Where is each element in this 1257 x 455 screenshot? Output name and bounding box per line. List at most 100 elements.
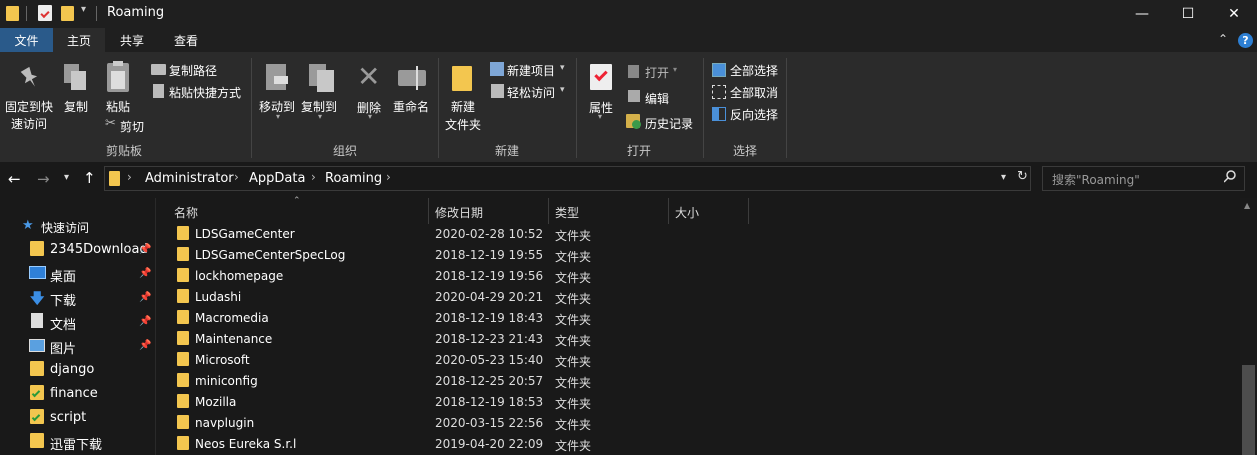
forward-button[interactable]: → [37,170,50,188]
folder-check-icon [30,409,44,424]
folder-icon [177,268,189,282]
nav-item-desktop[interactable]: 桌面 [50,266,76,285]
search-input[interactable]: 搜索"Roaming" [1052,171,1140,188]
close-icon: ✕ [1228,6,1240,22]
table-row[interactable] [160,391,1240,412]
chevron-down-icon: ▾ [318,112,323,121]
select-all-button[interactable]: 全部选择 [730,62,778,79]
nav-item-xunlei[interactable]: 迅雷下载 [50,434,102,453]
chevron-down-icon: ▾ [276,112,281,121]
address-dropdown-button[interactable]: ▾ [1001,172,1006,183]
file-date: 2018-12-19 19:56 [435,269,544,283]
tab-view[interactable]: 查看 [159,28,213,52]
breadcrumb-item[interactable]: Administrator [145,171,234,186]
maximize-icon: ☐ [1181,6,1195,22]
scroll-up-icon[interactable]: ▲ [1244,201,1250,210]
address-bar[interactable] [104,166,1031,191]
recent-locations-button[interactable]: ▾ [64,172,69,183]
folder-icon [109,171,120,186]
table-row[interactable] [160,433,1240,454]
maximize-button[interactable]: ☐ [1165,0,1211,28]
file-name[interactable]: Macromedia [195,311,269,325]
file-name[interactable]: lockhomepage [195,269,283,283]
properties-button[interactable] [582,58,622,138]
chevron-down-icon: ▾ [368,112,373,121]
column-divider[interactable] [748,198,749,224]
table-row[interactable] [160,265,1240,286]
file-name[interactable]: Maintenance [195,332,272,346]
file-name[interactable]: navplugin [195,416,254,430]
nav-item-finance[interactable]: finance [50,386,98,401]
table-row[interactable] [160,286,1240,307]
divider [576,58,577,158]
table-row[interactable] [160,412,1240,433]
minimize-button[interactable]: — [1119,0,1165,28]
tab-file[interactable]: 文件 [0,28,53,52]
pane-divider[interactable] [155,198,156,455]
customize-toolbar-icon[interactable]: ▾ [81,4,86,15]
file-name[interactable]: Neos Eureka S.r.l [195,437,296,451]
tab-share[interactable]: 共享 [105,28,159,52]
scrollbar-thumb[interactable] [1242,365,1255,455]
table-row[interactable] [160,328,1240,349]
column-divider[interactable] [548,198,549,224]
table-row[interactable] [160,370,1240,391]
table-row[interactable] [160,349,1240,370]
nav-item-django[interactable]: django [50,362,94,377]
file-name[interactable]: LDSGameCenterSpecLog [195,248,345,262]
history-icon [626,114,641,129]
refresh-button[interactable]: ↻ [1017,169,1028,184]
file-date: 2018-12-25 20:57 [435,374,544,388]
up-button[interactable]: ↑ [83,169,96,187]
copy-path-button[interactable]: 复制路径 [169,62,217,79]
minimize-icon: — [1135,6,1149,22]
folder-icon [30,433,44,448]
breadcrumb-item[interactable]: Roaming [325,171,382,186]
breadcrumb-item[interactable]: AppData [249,171,305,186]
invert-selection-button[interactable]: 反向选择 [730,106,778,123]
properties-icon[interactable] [38,5,52,21]
back-button[interactable]: ← [8,170,21,188]
easy-access-button[interactable]: 轻松访问 [507,84,555,101]
new-folder-icon[interactable] [61,6,74,21]
tab-home[interactable]: 主页 [53,28,105,52]
select-none-button[interactable]: 全部取消 [730,84,778,101]
file-name[interactable]: Ludashi [195,290,241,304]
cut-button[interactable]: 剪切 [120,118,144,135]
open-button[interactable]: 打开 [645,64,669,81]
edit-button[interactable]: 编辑 [645,90,669,107]
search-icon[interactable] [1223,169,1236,183]
history-button[interactable]: 历史记录 [645,115,693,132]
column-header-size[interactable]: 大小 [675,204,699,221]
nav-quick-access[interactable]: 快速访问 [41,219,89,236]
folder-icon [177,226,189,240]
pin-icon: 📌 [139,244,152,255]
help-icon[interactable]: ? [1238,33,1253,48]
nav-item-2345download[interactable]: 2345Download [50,242,148,257]
chevron-down-icon: ▾ [560,63,565,73]
new-item-button[interactable]: 新建项目 [507,62,555,79]
file-name[interactable]: Microsoft [195,353,250,367]
file-name[interactable]: Mozilla [195,395,236,409]
column-header-type[interactable]: 类型 [555,204,579,221]
new-folder-label-2: 文件夹 [445,118,482,132]
file-name[interactable]: LDSGameCenter [195,227,295,241]
column-divider[interactable] [428,198,429,224]
delete-button[interactable] [352,58,388,138]
file-type: 文件夹 [555,439,592,453]
column-divider[interactable] [668,198,669,224]
collapse-ribbon-icon[interactable]: ⌃ [1218,32,1228,46]
table-row[interactable] [160,223,1240,244]
file-name[interactable]: miniconfig [195,374,258,388]
nav-item-pictures[interactable]: 图片 [50,338,76,357]
nav-item-script[interactable]: script [50,410,86,425]
column-header-date[interactable]: 修改日期 [435,204,483,221]
nav-item-documents[interactable]: 文档 [50,314,76,333]
table-row[interactable] [160,307,1240,328]
file-type: 文件夹 [555,292,592,306]
close-button[interactable]: ✕ [1211,0,1257,28]
file-type: 文件夹 [555,376,592,390]
paste-shortcut-button[interactable]: 粘贴快捷方式 [169,84,241,101]
nav-item-downloads[interactable]: 下载 [50,290,76,309]
column-header-name[interactable]: 名称 [174,204,198,221]
